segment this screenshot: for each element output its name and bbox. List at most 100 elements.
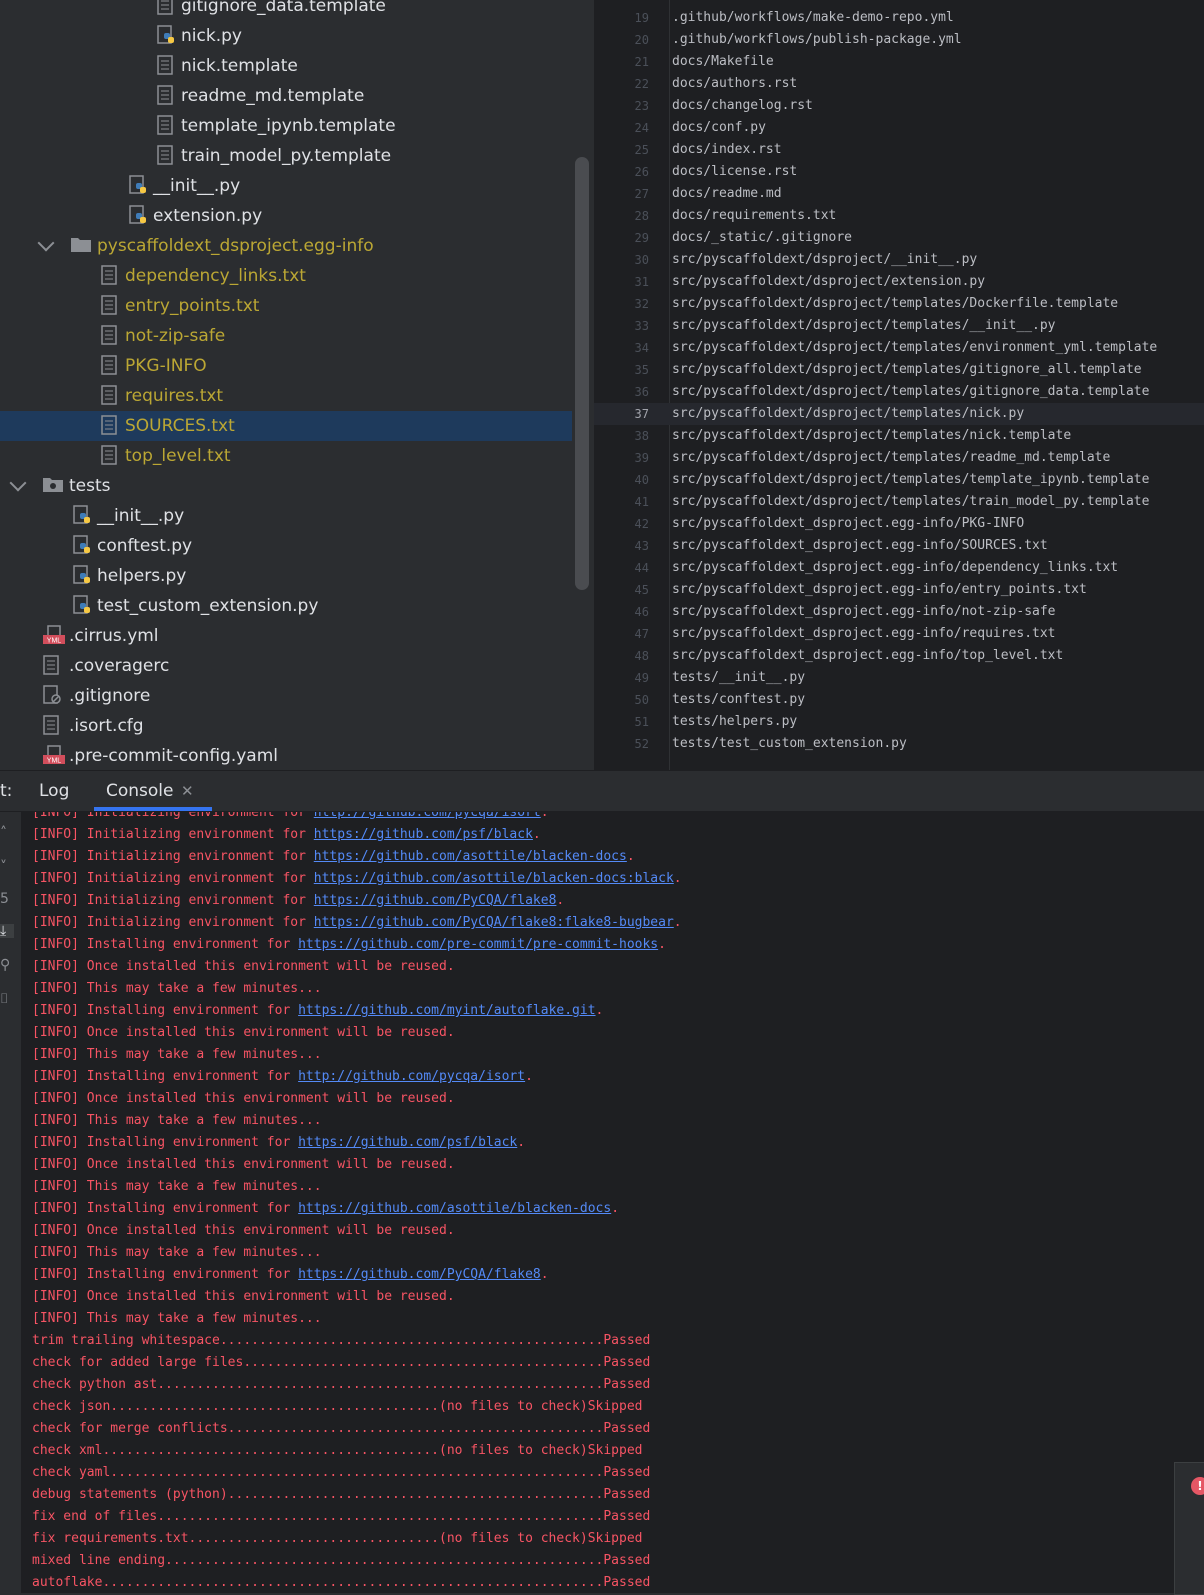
editor-line[interactable]: 24 docs/conf.py	[594, 117, 1204, 139]
error-icon[interactable]: !	[1191, 1477, 1204, 1495]
close-icon[interactable]: ✕	[181, 771, 194, 811]
tree-file[interactable]: test_custom_extension.py	[0, 591, 572, 621]
tree-file[interactable]: .coveragerc	[0, 651, 572, 681]
line-number: 28	[634, 209, 649, 223]
console-line: [INFO] This may take a few minutes...	[32, 1242, 322, 1264]
tree-file[interactable]: gitignore_data.template	[0, 0, 572, 21]
editor-line[interactable]: 36 src/pyscaffoldext/dsproject/templates/…	[594, 381, 1204, 403]
tree-file[interactable]: template_ipynb.template	[0, 111, 572, 141]
editor-line[interactable]: 47 src/pyscaffoldext_dsproject.egg-info/r…	[594, 623, 1204, 645]
console-link[interactable]: https://github.com/PyCQA/flake8	[298, 1267, 541, 1282]
editor-line[interactable]: 26 docs/license.rst	[594, 161, 1204, 183]
line-number: 52	[634, 737, 649, 751]
editor-line[interactable]: 28 docs/requirements.txt	[594, 205, 1204, 227]
editor-line[interactable]: 22 docs/authors.rst	[594, 73, 1204, 95]
tree-file[interactable]: .gitignore	[0, 681, 572, 711]
tree-file[interactable]: readme_md.template	[0, 81, 572, 111]
editor-line[interactable]: 20 .github/workflows/publish-package.yml	[594, 29, 1204, 51]
console-line: [INFO] Installing environment for https:…	[32, 1132, 525, 1154]
console-link[interactable]: https://github.com/PyCQA/flake8	[314, 893, 557, 908]
editor-line[interactable]: 44 src/pyscaffoldext_dsproject.egg-info/d…	[594, 557, 1204, 579]
console-link[interactable]: https://github.com/asottile/blacken-docs…	[314, 871, 674, 886]
editor-line[interactable]: 49 tests/__init__.py	[594, 667, 1204, 689]
tree-file[interactable]: .isort.cfg	[0, 711, 572, 741]
tree-folder[interactable]: tests	[0, 471, 572, 501]
console-link[interactable]: https://github.com/myint/autoflake.git	[298, 1003, 595, 1018]
console-output[interactable]: [INFO] Initializing environment for http…	[21, 812, 1204, 1593]
console-link[interactable]: http://github.com/pycqa/isort	[298, 1069, 525, 1084]
editor-line[interactable]: 29 docs/_static/.gitignore	[594, 227, 1204, 249]
tree-file[interactable]: entry_points.txt	[0, 291, 572, 321]
editor-line[interactable]: 50 tests/conftest.py	[594, 689, 1204, 711]
tree-file[interactable]: YML .pre-commit-config.yaml	[0, 741, 572, 770]
console-text: check for merge conflicts...............…	[32, 1421, 651, 1436]
line-number: 41	[634, 495, 649, 509]
line-text: tests/helpers.py	[672, 714, 798, 729]
tree-file[interactable]: __init__.py	[0, 171, 572, 201]
console-link[interactable]: https://github.com/asottile/blacken-docs	[298, 1201, 611, 1216]
tree-file[interactable]: not-zip-safe	[0, 321, 572, 351]
editor-line[interactable]: 45 src/pyscaffoldext_dsproject.egg-info/e…	[594, 579, 1204, 601]
console-link[interactable]: https://github.com/PyCQA/flake8:flake8-b…	[314, 915, 674, 930]
editor-line[interactable]: 51 tests/helpers.py	[594, 711, 1204, 733]
editor-line[interactable]: 37 src/pyscaffoldext/dsproject/templates/…	[594, 403, 1204, 425]
tree-file[interactable]: extension.py	[0, 201, 572, 231]
tree-file[interactable]: helpers.py	[0, 561, 572, 591]
editor-line[interactable]: 21 docs/Makefile	[594, 51, 1204, 73]
trash-icon[interactable]: ⌷	[0, 992, 14, 1006]
tree-file[interactable]: PKG-INFO	[0, 351, 572, 381]
console-link[interactable]: http://github.com/pycqa/isort	[314, 812, 541, 820]
console-link[interactable]: https://github.com/asottile/blacken-docs	[314, 849, 627, 864]
tree-file[interactable]: dependency_links.txt	[0, 261, 572, 291]
tab-console[interactable]: Console	[106, 771, 174, 811]
tree-file[interactable]: top_level.txt	[0, 441, 572, 471]
tree-file[interactable]: __init__.py	[0, 501, 572, 531]
pin-icon[interactable]: ⚲	[0, 958, 14, 972]
rerun-icon[interactable]: 5	[0, 892, 14, 906]
editor-line[interactable]: 30 src/pyscaffoldext/dsproject/__init__.p…	[594, 249, 1204, 271]
editor-line[interactable]: 38 src/pyscaffoldext/dsproject/templates/…	[594, 425, 1204, 447]
project-tree-scrollbar[interactable]	[575, 157, 589, 590]
editor-pane[interactable]: 19 .github/workflows/make-demo-repo.yml 20…	[594, 0, 1204, 770]
scroll-up-icon[interactable]: ˄	[0, 826, 14, 840]
tree-file[interactable]: SOURCES.txt	[0, 411, 572, 441]
tree-file[interactable]: train_model_py.template	[0, 141, 572, 171]
tree-file[interactable]: YML .cirrus.yml	[0, 621, 572, 651]
scroll-down-icon[interactable]: ˅	[0, 860, 14, 874]
tree-folder[interactable]: pyscaffoldext_dsproject.egg-info	[0, 231, 572, 261]
editor-line[interactable]: 32 src/pyscaffoldext/dsproject/templates/…	[594, 293, 1204, 315]
tree-file[interactable]: nick.py	[0, 21, 572, 51]
editor-line[interactable]: 41 src/pyscaffoldext/dsproject/templates/…	[594, 491, 1204, 513]
tree-file[interactable]: conftest.py	[0, 531, 572, 561]
console-link[interactable]: https://github.com/pre-commit/pre-commit…	[298, 937, 658, 952]
editor-line[interactable]: 46 src/pyscaffoldext_dsproject.egg-info/n…	[594, 601, 1204, 623]
editor-line[interactable]: 27 docs/readme.md	[594, 183, 1204, 205]
editor-line[interactable]: 19 .github/workflows/make-demo-repo.yml	[594, 7, 1204, 29]
console-text: .	[517, 1135, 526, 1150]
tree-file[interactable]: nick.template	[0, 51, 572, 81]
notification-panel[interactable]: !	[1174, 1462, 1204, 1595]
console-link[interactable]: https://github.com/psf/black	[314, 827, 533, 842]
console-line: check for merge conflicts...............…	[32, 1418, 650, 1440]
editor-line[interactable]: 35 src/pyscaffoldext/dsproject/templates/…	[594, 359, 1204, 381]
tab-log[interactable]: Log	[39, 771, 69, 811]
editor-line[interactable]: 33 src/pyscaffoldext/dsproject/templates/…	[594, 315, 1204, 337]
line-text: src/pyscaffoldext/dsproject/templates/tr…	[672, 494, 1150, 509]
tree-file[interactable]: requires.txt	[0, 381, 572, 411]
text-file-icon	[101, 445, 121, 467]
line-text: docs/requirements.txt	[672, 208, 837, 223]
editor-line[interactable]: 34 src/pyscaffoldext/dsproject/templates/…	[594, 337, 1204, 359]
editor-line[interactable]: 40 src/pyscaffoldext/dsproject/templates/…	[594, 469, 1204, 491]
editor-line[interactable]: 31 src/pyscaffoldext/dsproject/extension.…	[594, 271, 1204, 293]
editor-line[interactable]: 39 src/pyscaffoldext/dsproject/templates/…	[594, 447, 1204, 469]
editor-line[interactable]: 43 src/pyscaffoldext_dsproject.egg-info/S…	[594, 535, 1204, 557]
chevron-down-icon[interactable]	[9, 474, 27, 492]
editor-line[interactable]: 48 src/pyscaffoldext_dsproject.egg-info/t…	[594, 645, 1204, 667]
console-link[interactable]: https://github.com/psf/black	[298, 1135, 517, 1150]
editor-line[interactable]: 23 docs/changelog.rst	[594, 95, 1204, 117]
editor-line[interactable]: 52 tests/test_custom_extension.py	[594, 733, 1204, 755]
scroll-to-end-icon[interactable]: ⤓	[0, 924, 14, 938]
editor-line[interactable]: 42 src/pyscaffoldext_dsproject.egg-info/P…	[594, 513, 1204, 535]
editor-line[interactable]: 25 docs/index.rst	[594, 139, 1204, 161]
chevron-down-icon[interactable]	[37, 234, 55, 252]
